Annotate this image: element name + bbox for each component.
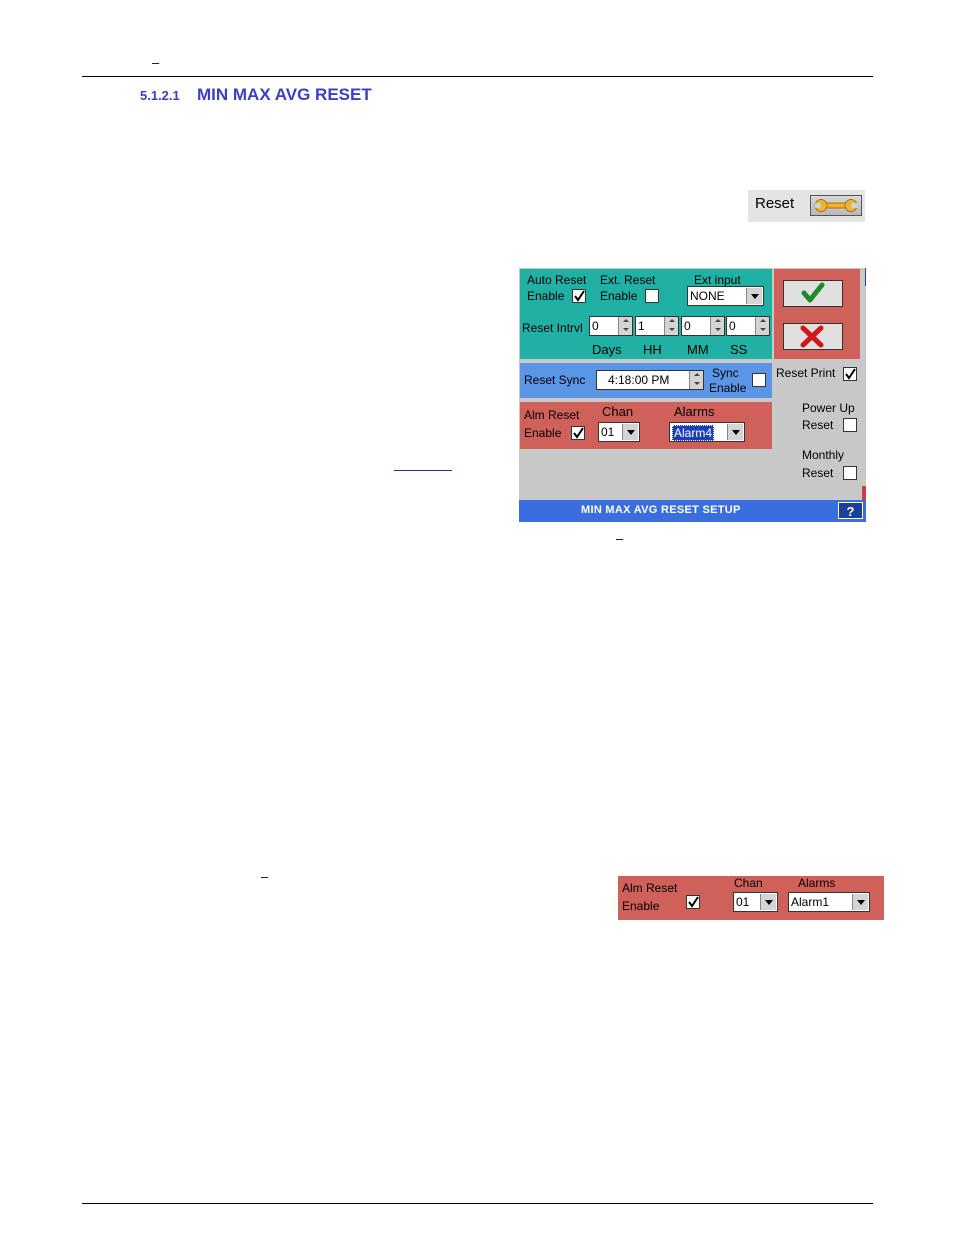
figure-caption-dash: – — [616, 531, 624, 546]
window-edge-red — [862, 486, 866, 500]
chevron-down-icon[interactable] — [727, 424, 743, 440]
snippet-enable-checkbox[interactable] — [686, 895, 700, 909]
checkmark-icon — [801, 282, 825, 303]
snippet-alarms-value: Alarm1 — [791, 895, 830, 909]
chan-select[interactable]: 01 — [598, 422, 640, 442]
snippet-enable-label: Enable — [622, 899, 660, 913]
power-up-reset-label: Reset — [802, 418, 834, 432]
check-icon — [574, 290, 585, 302]
days-unit-label: Days — [592, 342, 622, 357]
alarms-value: Alarm4 — [672, 425, 715, 441]
ext-reset-label: Ext. Reset — [600, 273, 656, 287]
spin-arrows-icon[interactable] — [618, 317, 632, 335]
section-title: MIN MAX AVG RESET — [197, 85, 372, 104]
interval-hh-value: 1 — [638, 319, 645, 333]
min-max-avg-reset-dialog: Auto Reset Enable Ext. Reset Enable Ext … — [519, 268, 866, 522]
body-dash: – — [261, 869, 269, 884]
reset-sync-time-spinner[interactable]: 4:18:00 PM — [596, 370, 704, 390]
cancel-button[interactable] — [783, 323, 843, 350]
ext-input-select[interactable]: NONE — [687, 286, 764, 306]
dialog-title-bar: MIN MAX AVG RESET SETUP ? — [519, 500, 866, 522]
header-dash: – — [152, 55, 160, 70]
chevron-down-icon[interactable] — [760, 894, 776, 910]
alm-reset-label: Alm Reset — [524, 408, 580, 422]
reset-print-checkbox[interactable] — [843, 367, 857, 381]
ext-reset-enable-label: Enable — [600, 289, 638, 303]
auto-reset-enable-label: Enable — [527, 289, 565, 303]
interval-ss-value: 0 — [729, 319, 736, 333]
sync-enable-label: Enable — [709, 381, 747, 395]
sync-enable-checkbox[interactable] — [752, 373, 766, 387]
chevron-down-icon[interactable] — [852, 894, 868, 910]
help-button[interactable]: ? — [838, 502, 863, 519]
ext-input-label: Ext input — [694, 273, 741, 287]
monthly-reset-label: Reset — [802, 466, 834, 480]
interval-mm-spinner[interactable]: 0 — [681, 316, 725, 336]
section-number: 5.1.2.1 — [140, 88, 180, 103]
snippet-alarms-select[interactable]: Alarm1 — [788, 892, 870, 912]
spin-arrows-icon[interactable] — [710, 317, 724, 335]
header-rule — [82, 76, 873, 77]
hh-unit-label: HH — [643, 342, 662, 357]
ext-input-value: NONE — [690, 289, 725, 303]
reset-sync-time-value: 4:18:00 PM — [608, 373, 670, 387]
reset-button[interactable] — [810, 195, 862, 216]
window-edge — [865, 268, 866, 286]
link-underline[interactable] — [394, 470, 452, 471]
snippet-alarms-label: Alarms — [798, 876, 836, 890]
power-up-label: Power Up — [802, 401, 855, 415]
close-icon — [800, 325, 824, 348]
ss-unit-label: SS — [730, 342, 748, 357]
reset-intrvl-label: Reset Intrvl — [522, 321, 583, 335]
footer-rule — [82, 1203, 873, 1204]
snippet-chan-value: 01 — [736, 895, 750, 909]
reset-print-label: Reset Print — [776, 366, 836, 380]
monthly-label: Monthly — [802, 448, 845, 462]
check-icon — [573, 427, 584, 439]
alarms-label: Alarms — [674, 404, 715, 419]
reset-label: Reset — [755, 195, 795, 212]
reset-sync-label: Reset Sync — [524, 373, 586, 387]
alarm-reset-snippet: Alm Reset Enable Chan 01 Alarms Alarm1 — [618, 876, 884, 920]
spin-arrows-icon[interactable] — [664, 317, 678, 335]
chevron-down-icon[interactable] — [622, 424, 638, 440]
ok-button[interactable] — [783, 280, 843, 307]
auto-reset-label: Auto Reset — [527, 273, 587, 287]
alm-reset-enable-checkbox[interactable] — [571, 426, 585, 440]
ext-reset-enable-checkbox[interactable] — [645, 289, 659, 303]
chan-value: 01 — [601, 425, 615, 439]
auto-reset-enable-checkbox[interactable] — [572, 289, 586, 303]
reset-button-snippet: Reset — [748, 190, 865, 222]
sync-label: Sync — [712, 366, 739, 380]
interval-hh-spinner[interactable]: 1 — [635, 316, 679, 336]
chevron-down-icon[interactable] — [746, 288, 762, 304]
monthly-reset-checkbox[interactable] — [843, 466, 857, 480]
interval-mm-value: 0 — [684, 319, 691, 333]
power-up-reset-checkbox[interactable] — [843, 418, 857, 432]
snippet-chan-label: Chan — [734, 876, 763, 890]
alarms-select[interactable]: Alarm4 — [669, 422, 745, 442]
chan-label: Chan — [602, 404, 634, 419]
interval-days-spinner[interactable]: 0 — [589, 316, 633, 336]
interval-days-value: 0 — [592, 319, 599, 333]
wrench-icon — [814, 199, 858, 212]
spin-arrows-icon[interactable] — [755, 317, 769, 335]
alm-reset-enable-label: Enable — [524, 426, 562, 440]
interval-ss-spinner[interactable]: 0 — [726, 316, 770, 336]
spin-arrows-icon[interactable] — [689, 371, 703, 389]
snippet-chan-select[interactable]: 01 — [733, 892, 778, 912]
check-icon — [845, 368, 856, 380]
dialog-title: MIN MAX AVG RESET SETUP — [581, 504, 741, 516]
snippet-alm-reset-label: Alm Reset — [622, 881, 678, 895]
check-icon — [688, 896, 699, 908]
mm-unit-label: MM — [687, 342, 709, 357]
